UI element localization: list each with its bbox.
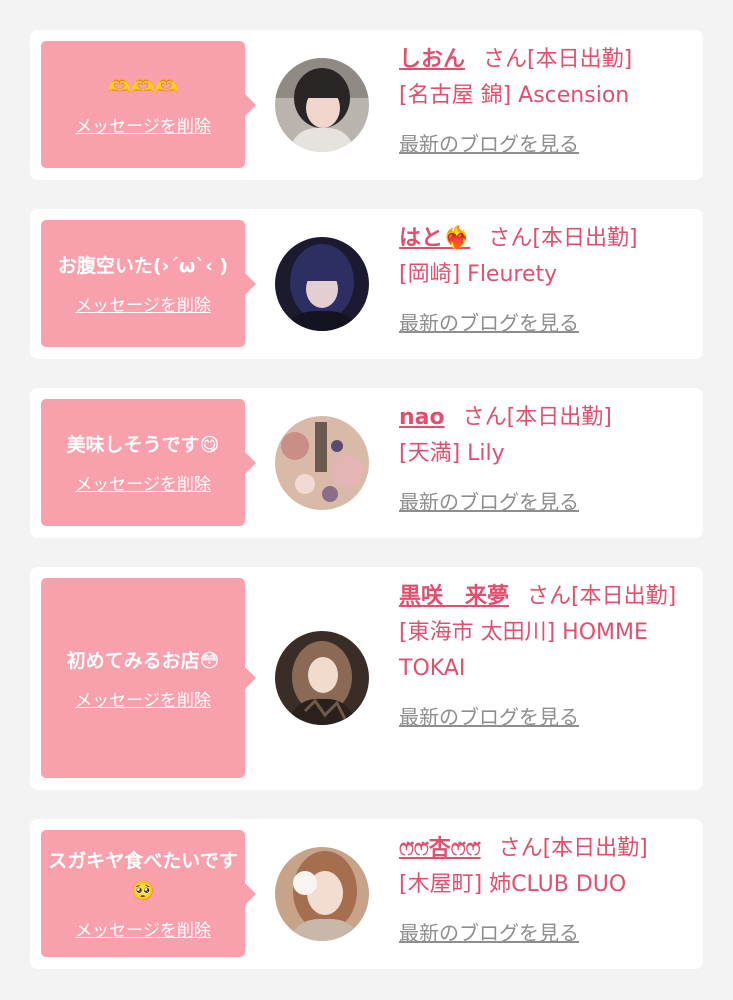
message-bubble: 美味しそうです😋 メッセージを削除 <box>41 399 256 526</box>
girl-info: 黒咲 来夢 さん[本日出勤] [東海市 太田川] HOMME TOKAI 最新のブ… <box>399 579 695 736</box>
message-card: スガキヤ食べたいです🥺 メッセージを削除 ෆ̈ෆ̈杏ෆ̈ෆ̈ さん[本日出勤] [… <box>30 819 703 969</box>
latest-blog-link[interactable]: 最新のブログを見る <box>399 915 579 951</box>
latest-blog-link[interactable]: 最新のブログを見る <box>399 126 579 162</box>
shop-name: [名古屋 錦] Ascension <box>399 83 630 108</box>
message-text: スガキヤ食べたいです🥺 <box>48 850 238 902</box>
girl-info: nao さん[本日出勤] [天満] Lily 最新のブログを見る <box>399 400 695 521</box>
girl-name-link[interactable]: ෆ̈ෆ̈杏ෆ̈ෆ̈ <box>399 836 481 861</box>
latest-blog-link[interactable]: 最新のブログを見る <box>399 699 579 735</box>
message-bubble: スガキヤ食べたいです🥺 メッセージを削除 <box>41 830 256 957</box>
delete-message-link[interactable]: メッセージを削除 <box>75 291 211 316</box>
girl-name-link[interactable]: 黒咲 来夢 <box>399 584 509 609</box>
message-card: 初めてみるお店😳 メッセージを削除 黒咲 来夢 さん[本日出勤] [東海市 太田川… <box>30 567 703 790</box>
message-text: 初めてみるお店😳 <box>66 649 220 672</box>
girl-info: はと❤️‍🔥 さん[本日出勤] [岡崎] Fleurety 最新のブログを見る <box>399 221 695 342</box>
message-bubble: お腹空いた(›´ω`‹ ) メッセージを削除 <box>41 220 256 347</box>
avatar[interactable] <box>275 847 369 941</box>
delete-message-link[interactable]: メッセージを削除 <box>75 112 211 137</box>
delete-message-link[interactable]: メッセージを削除 <box>75 470 211 495</box>
girl-info: しおん さん[本日出勤] [名古屋 錦] Ascension 最新のブログを見る <box>399 42 695 163</box>
message-card: お腹空いた(›´ω`‹ ) メッセージを削除 はと❤️‍🔥 さん[本日出勤] [岡… <box>30 209 703 359</box>
shop-name: [木屋町] 姉CLUB DUO <box>399 872 627 897</box>
girl-status: さん[本日出勤] <box>483 47 633 72</box>
girl-name-link[interactable]: しおん <box>399 47 465 72</box>
girl-name-link[interactable]: nao <box>399 405 445 430</box>
girl-status: さん[本日出勤] <box>488 226 638 251</box>
message-card: 美味しそうです😋 メッセージを削除 nao さん[本日出勤] [天満] Lily … <box>30 388 703 538</box>
avatar[interactable] <box>275 631 369 725</box>
avatar[interactable] <box>275 58 369 152</box>
girl-status: さん[本日出勤] <box>462 405 612 430</box>
delete-message-link[interactable]: メッセージを削除 <box>75 686 211 711</box>
avatar[interactable] <box>275 416 369 510</box>
avatar[interactable] <box>275 237 369 331</box>
delete-message-link[interactable]: メッセージを削除 <box>75 916 211 941</box>
shop-name: [東海市 太田川] HOMME TOKAI <box>399 620 648 681</box>
shop-name: [天満] Lily <box>399 441 505 466</box>
message-text: 美味しそうです😋 <box>66 434 220 456</box>
message-card: 🫶🫶🫶 メッセージを削除 しおん さん[本日出勤] [名古屋 錦] Ascensi… <box>30 30 703 180</box>
message-text: お腹空いた(›´ω`‹ ) <box>57 255 229 277</box>
latest-blog-link[interactable]: 最新のブログを見る <box>399 305 579 341</box>
message-text: 🫶🫶🫶 <box>107 76 179 98</box>
girl-status: さん[本日出勤] <box>498 836 648 861</box>
girl-name-link[interactable]: はと❤️‍🔥 <box>399 226 470 251</box>
message-bubble: 初めてみるお店😳 メッセージを削除 <box>41 578 256 778</box>
latest-blog-link[interactable]: 最新のブログを見る <box>399 484 579 520</box>
girl-info: ෆ̈ෆ̈杏ෆ̈ෆ̈ さん[本日出勤] [木屋町] 姉CLUB DUO 最新のブログ… <box>399 831 695 952</box>
shop-name: [岡崎] Fleurety <box>399 262 558 287</box>
message-bubble: 🫶🫶🫶 メッセージを削除 <box>41 41 256 168</box>
girl-status: さん[本日出勤] <box>527 584 677 609</box>
